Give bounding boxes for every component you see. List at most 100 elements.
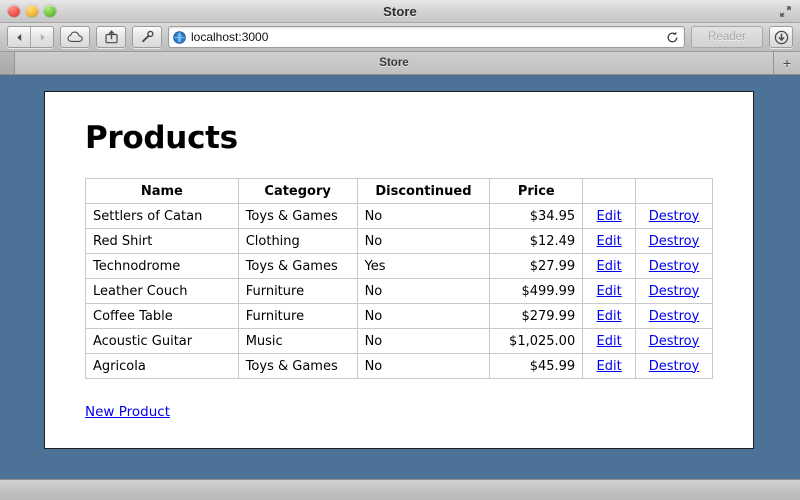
destroy-link-cell: Destroy <box>635 328 713 354</box>
edit-link-cell: Edit <box>582 278 637 304</box>
cell-name: Acoustic Guitar <box>85 328 239 354</box>
browser-toolbar: localhost:3000 Reader <box>0 23 800 52</box>
page-title: Products <box>85 120 238 156</box>
cell-discontinued: Yes <box>356 253 491 279</box>
cell-discontinued: No <box>356 303 491 329</box>
destroy-link[interactable]: Destroy <box>649 309 700 324</box>
new-tab-button[interactable]: + <box>774 52 800 74</box>
cell-price: $34.95 <box>489 203 584 229</box>
new-product-row: New Product <box>85 403 713 421</box>
back-button[interactable] <box>8 27 30 47</box>
cell-name: Technodrome <box>85 253 239 279</box>
edit-link[interactable]: Edit <box>597 234 622 249</box>
tab-store[interactable]: Store <box>15 52 774 74</box>
address-bar[interactable]: localhost:3000 <box>168 26 685 48</box>
tab-bar: Store + <box>0 52 800 75</box>
cell-name: Coffee Table <box>85 303 239 329</box>
destroy-link-cell: Destroy <box>635 303 713 329</box>
destroy-link-cell: Destroy <box>635 353 713 379</box>
table-row: Red Shirt Clothing No $12.49 Edit Destroy <box>85 228 713 254</box>
cell-price: $279.99 <box>489 303 584 329</box>
cell-discontinued: No <box>356 328 491 354</box>
destroy-link-cell: Destroy <box>635 253 713 279</box>
address-bar-url: localhost:3000 <box>191 30 269 44</box>
edit-link-cell: Edit <box>582 253 637 279</box>
column-header-name: Name <box>85 178 239 204</box>
table-row: Leather Couch Furniture No $499.99 Edit Destr… <box>85 278 713 304</box>
cell-category: Toys & Games <box>237 253 358 279</box>
reader-button[interactable]: Reader <box>691 26 763 48</box>
zoom-button[interactable] <box>44 5 56 17</box>
page-viewport: Products Name Category Discontinued Pric… <box>0 75 800 479</box>
window-titlebar: Store <box>0 0 800 23</box>
cell-name: Leather Couch <box>85 278 239 304</box>
edit-link[interactable]: Edit <box>597 259 622 274</box>
table-row: Agricola Toys & Games No $45.99 Edit Destroy <box>85 353 713 379</box>
cell-category: Furniture <box>237 303 358 329</box>
table-row: Settlers of Catan Toys & Games No $34.95 Edi… <box>85 203 713 229</box>
fullscreen-icon[interactable] <box>778 4 793 19</box>
window-bottom-chrome <box>0 479 800 500</box>
minimize-button[interactable] <box>26 5 38 17</box>
table-header-row: Name Category Discontinued Price <box>85 178 713 204</box>
bookmarks-button[interactable] <box>132 26 162 48</box>
window-controls <box>8 5 56 17</box>
destroy-link[interactable]: Destroy <box>649 284 700 299</box>
cell-discontinued: No <box>356 228 491 254</box>
table-row: Acoustic Guitar Music No $1,025.00 Edit Destr… <box>85 328 713 354</box>
products-table-head: Name Category Discontinued Price <box>85 178 713 204</box>
reload-icon[interactable] <box>664 31 680 44</box>
edit-link-cell: Edit <box>582 353 637 379</box>
destroy-link[interactable]: Destroy <box>649 334 700 349</box>
cell-price: $45.99 <box>489 353 584 379</box>
column-header-category: Category <box>237 178 358 204</box>
cell-category: Furniture <box>237 278 358 304</box>
edit-link[interactable]: Edit <box>597 209 622 224</box>
tab-bar-left-edge <box>0 52 15 74</box>
downloads-button[interactable] <box>769 26 793 48</box>
browser-window: Store localhost:3000 Reader Store + Prod… <box>0 0 800 500</box>
destroy-link-cell: Destroy <box>635 278 713 304</box>
window-title: Store <box>383 3 417 19</box>
cell-category: Toys & Games <box>237 353 358 379</box>
navigation-buttons <box>7 26 54 48</box>
close-button[interactable] <box>8 5 20 17</box>
edit-link-cell: Edit <box>582 203 637 229</box>
cell-name: Red Shirt <box>85 228 239 254</box>
destroy-link[interactable]: Destroy <box>649 359 700 374</box>
products-table-body: Settlers of Catan Toys & Games No $34.95 Edi… <box>85 203 713 379</box>
icloud-tabs-button[interactable] <box>60 26 90 48</box>
edit-link[interactable]: Edit <box>597 284 622 299</box>
cell-discontinued: No <box>356 278 491 304</box>
globe-favicon-icon <box>173 30 186 44</box>
cell-price: $12.49 <box>489 228 584 254</box>
edit-link-cell: Edit <box>582 328 637 354</box>
edit-link-cell: Edit <box>582 228 637 254</box>
edit-link[interactable]: Edit <box>597 309 622 324</box>
cell-category: Toys & Games <box>237 203 358 229</box>
cell-category: Music <box>237 328 358 354</box>
table-row: Coffee Table Furniture No $279.99 Edit Destro… <box>85 303 713 329</box>
edit-link-cell: Edit <box>582 303 637 329</box>
cell-discontinued: No <box>356 203 491 229</box>
destroy-link[interactable]: Destroy <box>649 234 700 249</box>
cell-price: $1,025.00 <box>489 328 584 354</box>
edit-link[interactable]: Edit <box>597 334 622 349</box>
new-product-link[interactable]: New Product <box>85 404 170 420</box>
share-button[interactable] <box>96 26 126 48</box>
cell-price: $27.99 <box>489 253 584 279</box>
edit-link[interactable]: Edit <box>597 359 622 374</box>
column-header-price: Price <box>489 178 584 204</box>
cell-price: $499.99 <box>489 278 584 304</box>
destroy-link[interactable]: Destroy <box>649 259 700 274</box>
destroy-link-cell: Destroy <box>635 203 713 229</box>
page-content-box: Products Name Category Discontinued Pric… <box>44 91 754 449</box>
products-table: Name Category Discontinued Price Settler… <box>85 178 713 379</box>
cell-name: Settlers of Catan <box>85 203 239 229</box>
cell-name: Agricola <box>85 353 239 379</box>
column-header-destroy <box>635 178 713 204</box>
cell-discontinued: No <box>356 353 491 379</box>
destroy-link[interactable]: Destroy <box>649 209 700 224</box>
table-row: Technodrome Toys & Games Yes $27.99 Edit Dest… <box>85 253 713 279</box>
forward-button[interactable] <box>30 27 53 47</box>
